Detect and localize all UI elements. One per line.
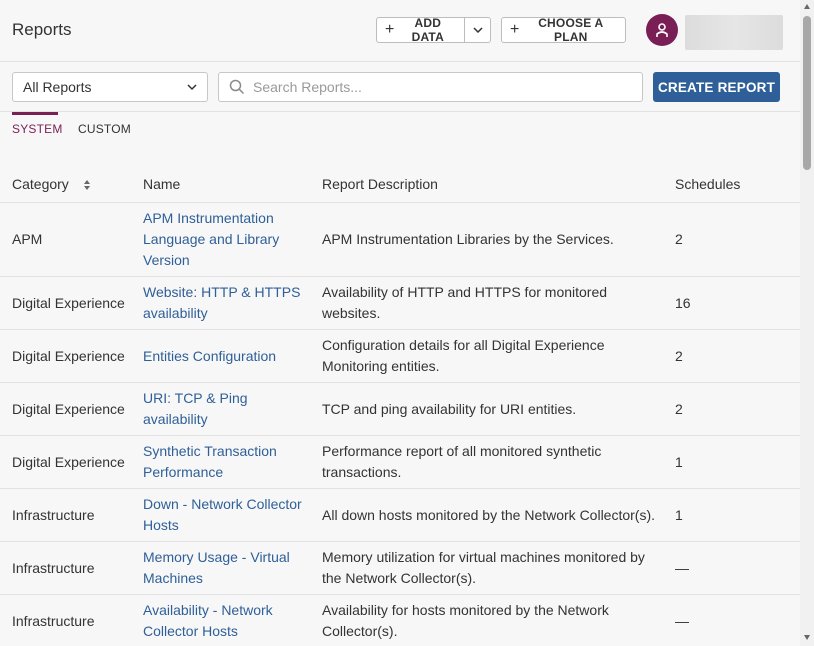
cell-description: Memory utilization for virtual machines … bbox=[322, 549, 645, 586]
reports-table: Category Name Report Description Schedul… bbox=[0, 164, 800, 646]
scroll-down-arrow-icon[interactable] bbox=[803, 633, 811, 641]
cell-description: Configuration details for all Digital Ex… bbox=[322, 337, 605, 374]
cell-category: Digital Experience bbox=[12, 347, 125, 364]
add-data-button[interactable]: + ADD DATA bbox=[376, 16, 465, 44]
report-name-link[interactable]: URI: TCP & Ping availability bbox=[143, 383, 313, 435]
add-data-dropdown-button[interactable] bbox=[464, 17, 491, 43]
choose-plan-button[interactable]: + CHOOSE A PLAN bbox=[501, 16, 626, 44]
report-name-link[interactable]: Down - Network Collector Hosts bbox=[143, 489, 313, 541]
active-tab-indicator bbox=[12, 112, 58, 115]
cell-category: Infrastructure bbox=[12, 612, 95, 629]
cell-schedules: 2 bbox=[675, 231, 683, 247]
report-name-link[interactable]: Memory Usage - Virtual Machines bbox=[143, 542, 313, 594]
tab-system[interactable]: SYSTEM bbox=[12, 122, 63, 136]
cell-category: Digital Experience bbox=[12, 400, 125, 417]
table-row: APM APM Instrumentation Language and Lib… bbox=[0, 203, 800, 277]
cell-schedules: 16 bbox=[675, 294, 691, 311]
cell-schedules: — bbox=[675, 559, 689, 576]
column-header-schedules[interactable]: Schedules bbox=[675, 176, 740, 192]
vertical-scrollbar[interactable] bbox=[800, 0, 814, 646]
search-icon bbox=[229, 79, 245, 95]
search-box[interactable] bbox=[218, 72, 643, 102]
scrollbar-thumb[interactable] bbox=[803, 16, 811, 170]
create-report-button[interactable]: CREATE REPORT bbox=[653, 72, 780, 102]
user-icon bbox=[656, 23, 668, 37]
plus-icon: + bbox=[510, 21, 520, 38]
choose-plan-label: CHOOSE A PLAN bbox=[538, 16, 604, 44]
table-row: Digital Experience Website: HTTP & HTTPS… bbox=[0, 277, 800, 330]
cell-description: Availability of HTTP and HTTPS for monit… bbox=[322, 284, 608, 321]
report-name-link[interactable]: Entities Configuration bbox=[143, 330, 313, 382]
report-name-link[interactable]: Website: HTTP & HTTPS availability bbox=[143, 277, 313, 329]
cell-schedules: 2 bbox=[675, 347, 683, 364]
table-row: Digital Experience URI: TCP & Ping avail… bbox=[0, 383, 800, 436]
cell-category: Digital Experience bbox=[12, 294, 125, 311]
report-name-link[interactable]: APM Instrumentation Language and Library… bbox=[143, 203, 313, 276]
column-header-description[interactable]: Report Description bbox=[322, 176, 438, 192]
report-name-link[interactable]: Synthetic Transaction Performance bbox=[143, 436, 313, 488]
cell-description: All down hosts monitored by the Network … bbox=[322, 506, 656, 523]
search-input[interactable] bbox=[253, 79, 633, 95]
cell-description: APM Instrumentation Libraries by the Ser… bbox=[322, 231, 614, 247]
cell-description: Performance report of all monitored synt… bbox=[322, 443, 602, 480]
chevron-down-icon bbox=[187, 84, 197, 91]
cell-description: TCP and ping availability for URI entiti… bbox=[322, 400, 577, 417]
cell-category: Infrastructure bbox=[12, 559, 95, 576]
table-row: Infrastructure Memory Usage - Virtual Ma… bbox=[0, 542, 800, 595]
column-header-category-label: Category bbox=[12, 176, 69, 192]
cell-schedules: — bbox=[675, 612, 689, 629]
table-header: Category Name Report Description Schedul… bbox=[0, 164, 800, 203]
report-name-link[interactable]: Availability - Network Collector Hosts bbox=[143, 595, 313, 646]
chevron-down-icon bbox=[472, 27, 483, 33]
cell-category: APM bbox=[12, 231, 43, 247]
page-title: Reports bbox=[12, 20, 72, 39]
tab-custom[interactable]: CUSTOM bbox=[78, 122, 131, 136]
page-header: Reports + ADD DATA + CHOOSE A PLAN bbox=[0, 0, 800, 62]
scroll-up-arrow-icon[interactable] bbox=[803, 3, 811, 11]
cell-schedules: 1 bbox=[675, 506, 683, 523]
table-row: Infrastructure Down - Network Collector … bbox=[0, 489, 800, 542]
report-filter-select[interactable]: All Reports bbox=[12, 72, 208, 102]
cell-description: Availability for hosts monitored by the … bbox=[322, 602, 609, 639]
cell-category: Infrastructure bbox=[12, 506, 95, 523]
report-filter-value: All Reports bbox=[23, 79, 92, 95]
column-header-category[interactable]: Category bbox=[12, 176, 91, 192]
plus-icon: + bbox=[385, 21, 395, 38]
sort-icon[interactable] bbox=[83, 179, 91, 191]
column-header-name[interactable]: Name bbox=[143, 176, 180, 192]
cell-category: Digital Experience bbox=[12, 453, 125, 470]
table-row: Infrastructure Availability - Network Co… bbox=[0, 595, 800, 646]
table-row: Digital Experience Entities Configuratio… bbox=[0, 330, 800, 383]
user-name-redacted[interactable] bbox=[685, 15, 783, 50]
cell-schedules: 2 bbox=[675, 400, 683, 417]
cell-schedules: 1 bbox=[675, 453, 683, 470]
report-toolbar: All Reports CREATE REPORT bbox=[0, 62, 800, 112]
add-data-label: ADD DATA bbox=[411, 16, 444, 44]
avatar[interactable] bbox=[646, 14, 678, 46]
report-tabs: SYSTEM CUSTOM bbox=[0, 112, 800, 142]
table-row: Digital Experience Synthetic Transaction… bbox=[0, 436, 800, 489]
